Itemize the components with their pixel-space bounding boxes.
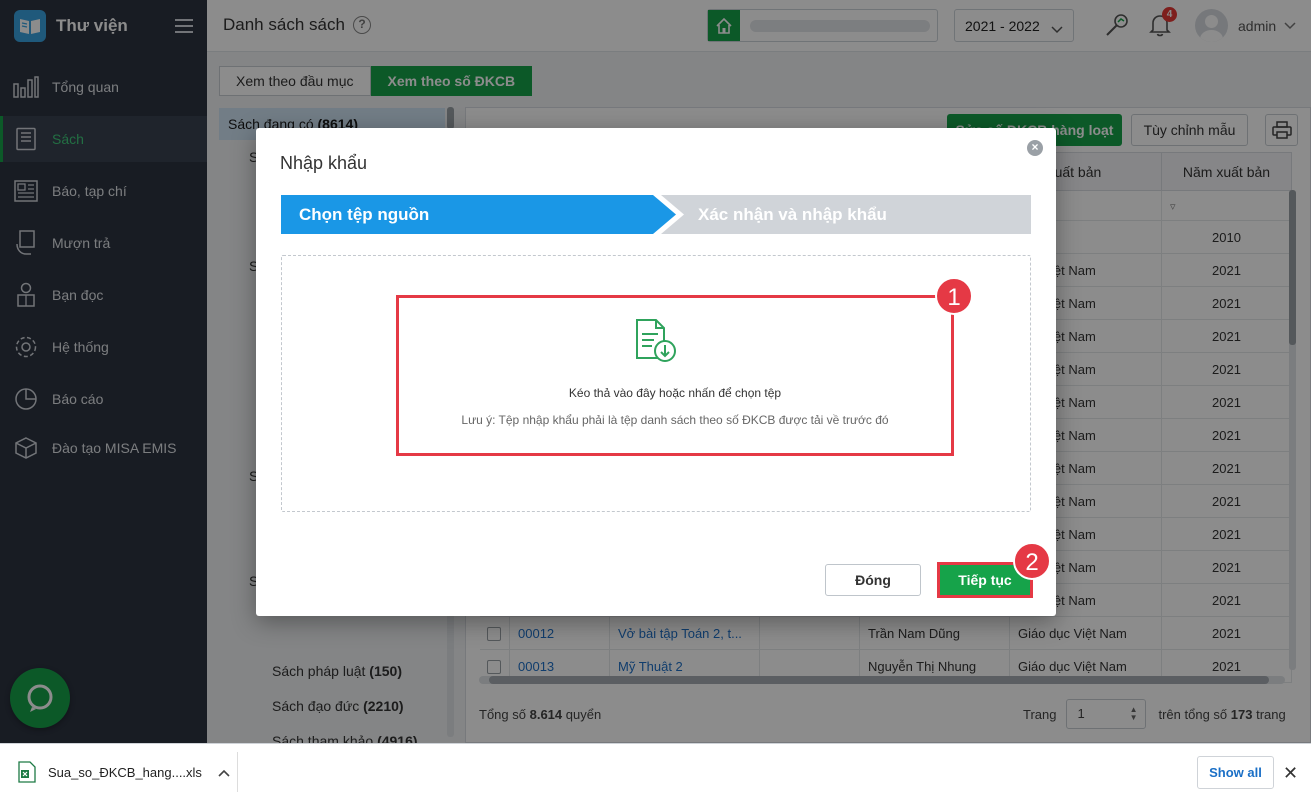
chevron-up-icon[interactable] (218, 765, 230, 780)
downloads-bar: Sua_so_ĐKCB_hang....xls Show all ✕ (0, 743, 1311, 800)
close-icon[interactable]: ✕ (1283, 763, 1298, 784)
step-badge-1: 1 (935, 277, 973, 315)
step-choose-source: Chọn tệp nguồn (281, 195, 676, 234)
step-badge-2: 2 (1013, 542, 1051, 580)
download-item[interactable]: Sua_so_ĐKCB_hang....xls (18, 761, 230, 783)
drop-note: Lưu ý: Tệp nhập khẩu phải là tệp danh sá… (461, 413, 889, 427)
close-icon[interactable]: × (1027, 140, 1043, 156)
divider (237, 752, 238, 792)
step-confirm-import: Xác nhận và nhập khẩu (661, 195, 1031, 234)
dialog-title: Nhập khẩu (280, 153, 368, 173)
close-button[interactable]: Đóng (825, 564, 921, 596)
download-file-name: Sua_so_ĐKCB_hang....xls (48, 764, 202, 780)
excel-file-icon (18, 761, 36, 783)
drop-instruction: Kéo thả vào đây hoặc nhấn để chọn tệp (568, 386, 782, 400)
wizard-steps: Chọn tệp nguồn Xác nhận và nhập khẩu (281, 195, 1031, 234)
show-all-button[interactable]: Show all (1197, 756, 1274, 789)
file-download-icon (634, 318, 678, 367)
